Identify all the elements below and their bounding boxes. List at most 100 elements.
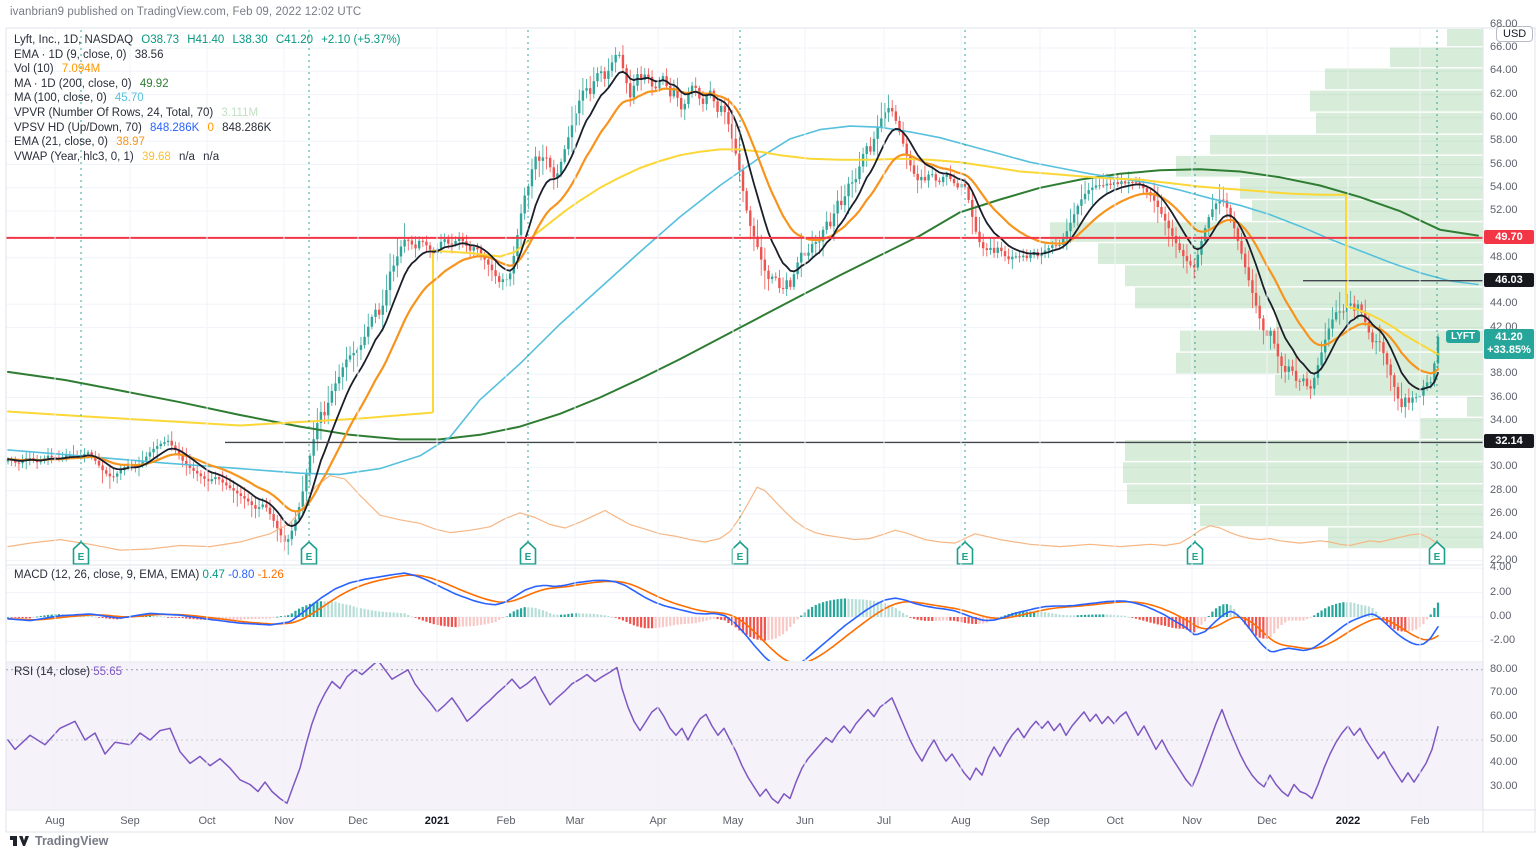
tradingview-logo[interactable]: TradingView <box>10 834 108 848</box>
vpvr-value: 3.111M <box>221 106 259 119</box>
vpsv-down: 848.286K <box>222 121 272 134</box>
vol-value: 7.094M <box>61 63 101 76</box>
svg-text:E: E <box>737 552 744 563</box>
time-month-label: Nov <box>1182 815 1202 827</box>
earnings-marker[interactable]: E <box>1186 540 1204 565</box>
svg-text:E: E <box>78 552 85 563</box>
price-tick-label: 52.00 <box>1490 204 1518 217</box>
price-tick-label: 66.00 <box>1490 41 1518 53</box>
svg-text:E: E <box>1192 552 1199 563</box>
rsi-tick-label: 80.00 <box>1490 662 1518 675</box>
price-tick-label: 36.00 <box>1490 390 1518 403</box>
ma100-value: 45.70 <box>114 92 144 105</box>
publish-header: ivanbrian9 published on TradingView.com,… <box>10 6 362 18</box>
earnings-marker[interactable]: E <box>519 540 537 565</box>
earnings-marker[interactable]: E <box>300 540 318 565</box>
rsi-tick-label: 30.00 <box>1490 779 1518 792</box>
price-tick-label: 64.00 <box>1490 64 1518 77</box>
price-tick-label: 26.00 <box>1490 507 1518 519</box>
vwap-na2: n/a <box>203 150 220 163</box>
symbol-title[interactable]: Lyft, Inc., 1D, NASDAQ <box>14 34 133 46</box>
rsi-legend[interactable]: RSI (14, close) 55.65 <box>14 666 122 678</box>
price-line-badge: 46.03 <box>1484 272 1534 287</box>
time-month-label: Feb <box>496 815 516 827</box>
price-tick-label: 44.00 <box>1490 297 1518 310</box>
rsi-tick-label: 60.00 <box>1490 709 1518 722</box>
symbol-chip: LYFT <box>1446 329 1481 343</box>
ma200-value: 49.92 <box>139 77 169 90</box>
legend-vol-row[interactable]: Vol (10) 7.094M <box>14 62 401 77</box>
vpvr-label: VPVR (Number Of Rows, 24, Total, 70) <box>14 106 214 119</box>
rsi-tick-label: 50.00 <box>1490 733 1518 745</box>
vpsv-up: 848.286K <box>150 121 200 134</box>
macd-line-value: -0.80 <box>228 569 255 581</box>
vwap-value: 39.68 <box>141 150 171 163</box>
last-price-badge: 41.20 +33.85% <box>1484 328 1534 359</box>
ema21-value: 38.97 <box>116 136 145 149</box>
price-tick-label: 30.00 <box>1490 460 1518 473</box>
legend-ma100-row[interactable]: MA (100, close, 0) 45.70 <box>14 91 401 106</box>
price-tick-label: 56.00 <box>1490 157 1518 170</box>
tradingview-glyph-icon <box>10 836 29 846</box>
legend-ma200-row[interactable]: MA · 1D (200, close, 0) 49.92 <box>14 77 401 92</box>
earnings-marker[interactable]: E <box>956 540 974 565</box>
legend-ema9-row[interactable]: EMA · 1D (9, close, 0) 38.56 <box>14 48 401 63</box>
price-tick-label: 54.00 <box>1490 180 1518 193</box>
svg-text:E: E <box>525 552 532 563</box>
time-month-label: Aug <box>951 815 971 827</box>
time-month-label: Dec <box>1257 815 1277 827</box>
ohlc-high: H41.40 <box>187 34 225 46</box>
indicator-legend: Lyft, Inc., 1D, NASDAQ O38.73 H41.40 L38… <box>14 33 401 164</box>
ma200-label: MA · 1D (200, close, 0) <box>14 77 132 90</box>
legend-ema21-row[interactable]: EMA (21, close, 0) 38.97 <box>14 135 401 150</box>
time-month-label: Sep <box>120 815 140 827</box>
price-tick-label: 38.00 <box>1490 367 1518 380</box>
vol-label: Vol (10) <box>14 63 54 76</box>
time-month-label: Jul <box>876 815 892 827</box>
macd-label: MACD (12, 26, close, 9, EMA, EMA) <box>14 569 200 581</box>
svg-text:E: E <box>1434 552 1441 563</box>
ma100-label: MA (100, close, 0) <box>14 92 107 105</box>
macd-signal-value: -1.26 <box>257 569 284 581</box>
price-tick-label: 28.00 <box>1490 483 1518 496</box>
vwap-na1: n/a <box>178 150 195 163</box>
macd-hist-value: 0.47 <box>202 569 225 581</box>
ohlc-close: C41.20 <box>275 34 314 46</box>
time-month-label: Jun <box>796 815 814 827</box>
macd-tick-label: 2.00 <box>1490 585 1512 598</box>
legend-vpsv-row[interactable]: VPSV HD (Up/Down, 70) 848.286K 0 848.286… <box>14 121 401 136</box>
rsi-value: 55.65 <box>93 666 123 678</box>
chart-page: E E E E E E E ivanbrian9 published on TradingV… <box>0 0 1536 856</box>
price-tick-label: 48.00 <box>1490 250 1518 263</box>
ohlc-change: +2.10 (+5.37%) <box>321 34 401 46</box>
earnings-marker[interactable]: E <box>72 540 90 565</box>
tradingview-wordmark: TradingView <box>35 834 109 848</box>
time-month-label: Nov <box>274 815 294 827</box>
legend-vpvr-row[interactable]: VPVR (Number Of Rows, 24, Total, 70) 3.1… <box>14 106 401 121</box>
ohlc-low: L38.30 <box>232 34 268 46</box>
price-tick-label: 62.00 <box>1490 87 1518 100</box>
time-year-label: 2021 <box>424 815 450 827</box>
time-month-label: May <box>722 815 744 827</box>
time-month-label: Feb <box>1410 815 1430 827</box>
svg-text:E: E <box>962 552 969 563</box>
time-month-label: Dec <box>348 815 368 827</box>
earnings-marker[interactable]: E <box>731 540 749 565</box>
ema21-label: EMA (21, close, 0) <box>14 136 108 149</box>
time-month-label: Oct <box>1106 815 1124 827</box>
legend-vwap-row[interactable]: VWAP (Year, hlc3, 0, 1) 39.68 n/a n/a <box>14 150 401 165</box>
macd-tick-label: 0.00 <box>1490 610 1512 622</box>
time-month-label: Mar <box>565 815 585 827</box>
price-tick-label: 60.00 <box>1490 110 1518 123</box>
vpsv-zero: 0 <box>207 121 214 134</box>
price-tick-label: 24.00 <box>1490 530 1518 543</box>
time-year-label: 2022 <box>1335 815 1361 827</box>
vwap-label: VWAP (Year, hlc3, 0, 1) <box>14 150 134 163</box>
legend-symbol-row[interactable]: Lyft, Inc., 1D, NASDAQ O38.73 H41.40 L38… <box>14 33 401 48</box>
price-tick-label: 34.00 <box>1490 413 1518 426</box>
svg-text:E: E <box>306 552 313 563</box>
macd-legend[interactable]: MACD (12, 26, close, 9, EMA, EMA) 0.47 -… <box>14 569 284 581</box>
time-month-label: Oct <box>198 815 216 827</box>
rsi-tick-label: 40.00 <box>1490 756 1518 769</box>
macd-tick-label: 4.00 <box>1490 561 1512 574</box>
